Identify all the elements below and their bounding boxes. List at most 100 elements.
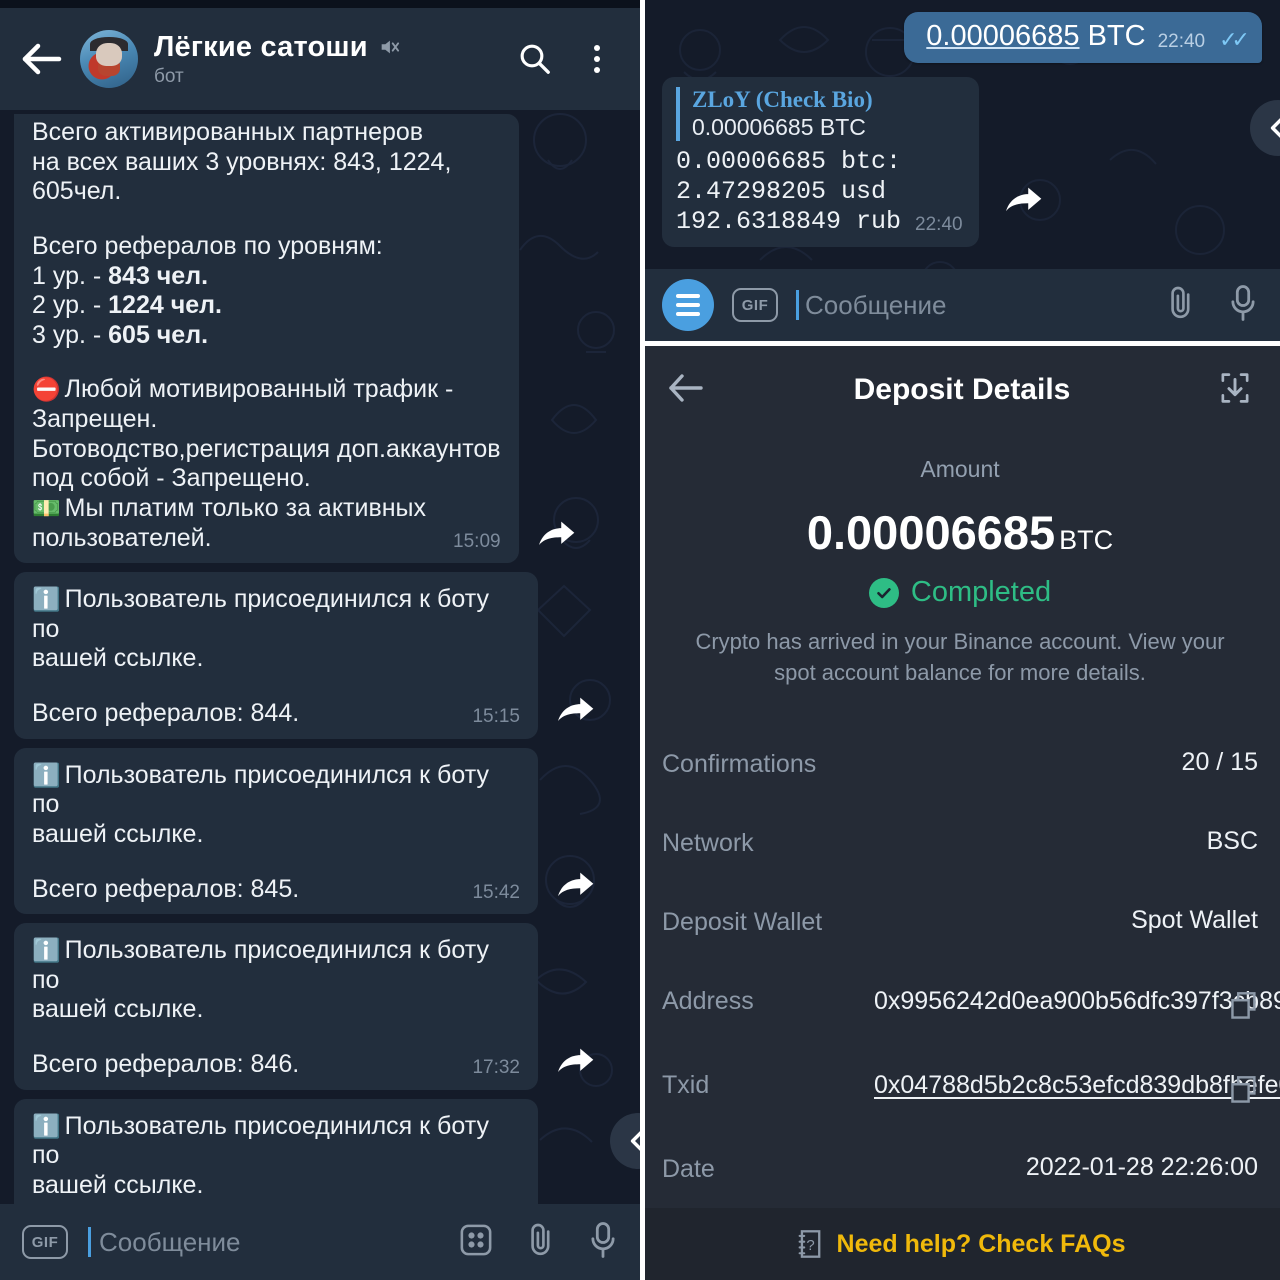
arrow-left-icon xyxy=(669,373,703,402)
back-button[interactable] xyxy=(20,37,64,81)
page-title: Лёгкие сатоши xyxy=(154,30,368,63)
faq-link-label[interactable]: Need help? Check FAQs xyxy=(837,1230,1126,1259)
hamburger-menu-icon xyxy=(676,294,700,316)
forward-arrow-icon xyxy=(538,521,574,546)
copy-txid-button[interactable] xyxy=(1224,1069,1258,1105)
row-label: Confirmations xyxy=(662,750,817,778)
row-label: Date xyxy=(662,1155,715,1183)
message-bubble-outgoing[interactable]: 0.00006685 BTC 22:40 ✓✓ xyxy=(904,12,1262,63)
message-bubble[interactable]: Всего активированных партнеров на всех в… xyxy=(14,114,519,564)
message-ref-845[interactable]: ℹ️ Пользователь присоединился к боту по в… xyxy=(0,747,640,924)
download-button[interactable] xyxy=(1218,371,1252,410)
row-address: Address 0x9956242d0ea900b56dfc397f3cb89a… xyxy=(662,961,1280,1045)
levels-title: Всего рефералов по уровням: xyxy=(32,231,383,260)
message-list[interactable]: Всего активированных партнеров на всех в… xyxy=(0,110,640,1204)
info-icon: ℹ️ xyxy=(32,761,61,788)
screenshot-root: Лёгкие сатоши бот Всего активированных п… xyxy=(0,0,1280,1280)
scroll-down-button[interactable] xyxy=(610,1112,640,1169)
message-bubble[interactable]: ℹ️ Пользователь присоединился к боту по в… xyxy=(14,1098,538,1204)
message-bubble[interactable]: ℹ️ Пользователь присоединился к боту по в… xyxy=(14,923,538,1090)
reply-quote[interactable]: ZLoY (Check Bio) 0.00006685 BTC xyxy=(676,87,963,141)
muted-speaker-icon xyxy=(381,40,399,54)
arrow-left-icon xyxy=(22,43,62,75)
ref-text-1: Пользователь присоединился к боту по xyxy=(32,1111,489,1170)
row-value: 0x9956242d0ea900b56dfc397f3cb89a7997dbd7… xyxy=(874,987,1280,1015)
ref-line-2: вашей ссылке. xyxy=(32,1170,204,1199)
copy-icon xyxy=(1231,992,1256,1019)
message-time: 22:40 xyxy=(1157,31,1206,52)
binance-deposit-panel: Deposit Details Amount 0.00006685 BTC Co… xyxy=(640,346,1280,1280)
bot-menu-button[interactable] xyxy=(662,279,714,331)
status-note: Crypto has arrived in your Binance accou… xyxy=(695,629,1225,685)
outgoing-amount: 0.00006685 BTC xyxy=(926,20,1145,53)
forward-arrow-icon xyxy=(558,697,594,721)
avatar[interactable] xyxy=(80,30,138,88)
back-button[interactable] xyxy=(668,372,706,409)
voice-button[interactable] xyxy=(588,1221,618,1264)
ref-total: Всего рефералов: 846. xyxy=(32,1050,300,1078)
search-button[interactable] xyxy=(512,36,558,82)
download-box-icon xyxy=(1221,372,1249,403)
rule-text-5: Мы платим только за активных xyxy=(64,493,427,522)
attach-button[interactable] xyxy=(524,1222,558,1263)
row-value: 20 / 15 xyxy=(1181,748,1258,776)
message-ref-847[interactable]: ℹ️ Пользователь присоединился к боту по в… xyxy=(0,1098,640,1204)
forward-button[interactable] xyxy=(519,519,593,563)
message-ref-846[interactable]: ℹ️ Пользователь присоединился к боту по в… xyxy=(0,923,640,1099)
amount-section: Amount 0.00006685 BTC Completed Crypto ha… xyxy=(640,434,1280,699)
keyboard-button[interactable] xyxy=(458,1222,494,1263)
message-input[interactable]: Сообщение xyxy=(805,290,1146,321)
forward-button[interactable] xyxy=(538,870,612,914)
level-3-prefix: 3 ур. - xyxy=(32,320,109,349)
more-options-button[interactable] xyxy=(574,36,620,82)
message-composer[interactable]: GIF Сообщение xyxy=(0,1204,640,1280)
amount-label: Amount xyxy=(920,456,1000,482)
faq-footer[interactable]: ? Need help? Check FAQs xyxy=(640,1208,1280,1280)
message-ref-844[interactable]: ℹ️ Пользователь присоединился к боту по в… xyxy=(0,572,640,748)
message-time: 15:42 xyxy=(472,881,520,903)
page-title: Deposit Details xyxy=(853,373,1071,406)
message-time: 15:15 xyxy=(472,706,520,728)
ref-line-1: ℹ️ Пользователь присоединился к боту по xyxy=(32,585,520,644)
row-confirmations: Confirmations 20 / 15 xyxy=(662,724,1258,803)
text-caret xyxy=(88,1227,91,1257)
message-bubble[interactable]: ℹ️ Пользователь присоединился к боту по в… xyxy=(14,747,538,915)
incoming-reply-message[interactable]: ZLoY (Check Bio) 0.00006685 BTC 0.000066… xyxy=(640,63,1280,247)
info-icon: ℹ️ xyxy=(32,586,61,613)
attach-button[interactable] xyxy=(1164,285,1198,326)
message-composer[interactable]: GIF Сообщение xyxy=(640,269,1280,341)
ref-text-1: Пользователь присоединился к боту по xyxy=(32,760,489,819)
amount-number: 0.00006685 xyxy=(806,506,1056,559)
panel-divider xyxy=(640,0,645,1280)
forward-button[interactable] xyxy=(979,185,1067,247)
row-value[interactable]: 0x04788d5b2c8c53efcd839db8fbefe01584e26c… xyxy=(874,1069,1280,1102)
copy-address-button[interactable] xyxy=(1224,985,1258,1021)
rule-row-1: ⛔ Любой мотивированный трафик - xyxy=(32,375,501,405)
chat-title-block[interactable]: Лёгкие сатоши бот xyxy=(154,31,496,88)
message-stats[interactable]: Всего активированных партнеров на всех в… xyxy=(0,114,640,572)
gif-button[interactable]: GIF xyxy=(22,1225,68,1259)
voice-button[interactable] xyxy=(1228,284,1258,327)
fragment-message-list[interactable]: 0.00006685 BTC 22:40 ✓✓ ZLoY (Check Bio)… xyxy=(640,0,1280,269)
ref-text-1: Пользователь присоединился к боту по xyxy=(32,585,489,643)
level-2-prefix: 2 ур. - xyxy=(32,291,109,320)
message-time: 17:32 xyxy=(472,1057,520,1079)
fragment-divider xyxy=(640,341,1280,346)
row-label: Deposit Wallet xyxy=(662,908,823,936)
message-bubble-incoming[interactable]: ZLoY (Check Bio) 0.00006685 BTC 0.000066… xyxy=(662,77,979,247)
chat-header: Лёгкие сатоши бот xyxy=(0,8,640,110)
forward-button[interactable] xyxy=(538,695,612,739)
stats-line-3: 605чел. xyxy=(32,177,122,206)
composer-icons xyxy=(1164,284,1258,327)
info-icon: ℹ️ xyxy=(32,1112,61,1139)
outgoing-message[interactable]: 0.00006685 BTC 22:40 ✓✓ xyxy=(640,4,1280,63)
rule-row-5: 💵 Мы платим только за активных xyxy=(32,494,501,524)
gif-button[interactable]: GIF xyxy=(732,288,778,322)
chevron-collapse-icon xyxy=(630,1130,640,1151)
message-bubble[interactable]: ℹ️ Пользователь присоединился к боту по в… xyxy=(14,572,538,739)
forward-button[interactable] xyxy=(538,1046,612,1090)
outgoing-amount-unit: BTC xyxy=(1087,20,1146,52)
outgoing-amount-value[interactable]: 0.00006685 xyxy=(926,20,1079,52)
message-input[interactable]: Сообщение xyxy=(99,1227,438,1258)
stats-line-1: Всего активированных партнеров xyxy=(32,118,424,146)
